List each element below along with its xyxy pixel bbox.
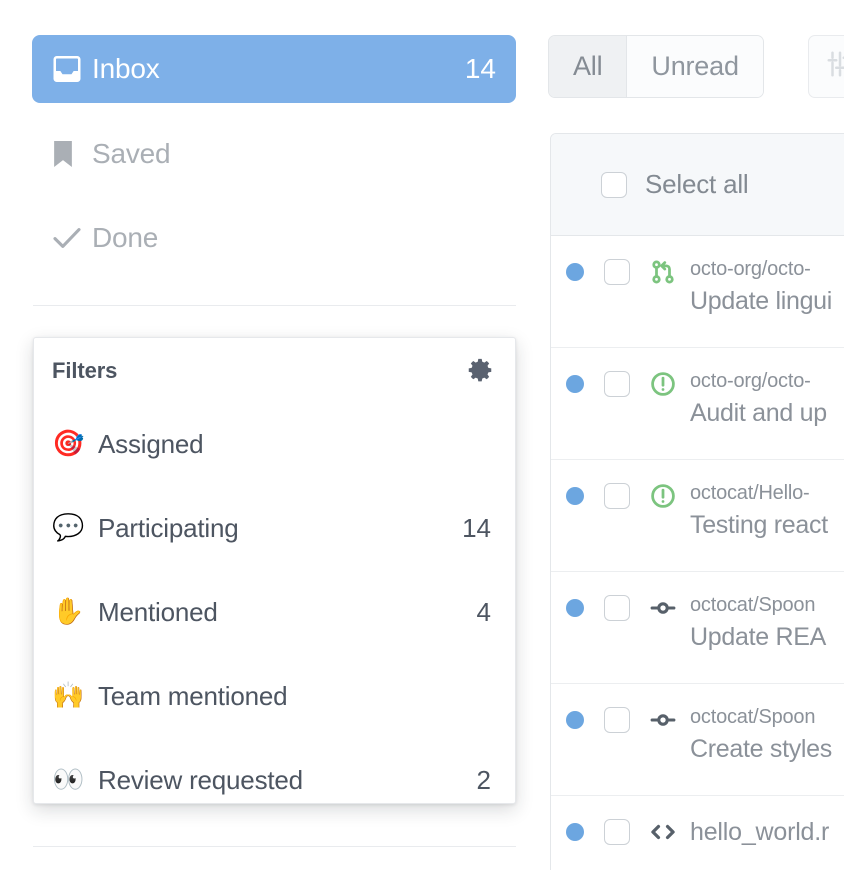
bookmark-icon — [52, 139, 92, 169]
filter-settings-button[interactable] — [808, 35, 844, 98]
unread-dot[interactable] — [566, 823, 584, 841]
filter-item-review-requested[interactable]: 👀 Review requested 2 — [34, 754, 515, 806]
sidebar-item-label: Done — [92, 222, 158, 254]
sidebar-item-saved[interactable]: Saved — [32, 120, 516, 188]
table-row[interactable]: octocat/Spoon Update REA — [551, 572, 844, 684]
table-row[interactable]: octo-org/octo- Audit and up — [551, 348, 844, 460]
filter-item-label: Review requested — [98, 765, 303, 796]
filters-card-header: Filters — [34, 338, 515, 404]
gear-icon[interactable] — [465, 356, 495, 386]
row-repo: hello_world.r — [690, 818, 829, 846]
sidebar-divider-top — [33, 305, 516, 306]
row-checkbox[interactable] — [604, 483, 630, 509]
issue-opened-icon — [648, 369, 678, 399]
code-icon — [648, 817, 678, 847]
unread-dot[interactable] — [566, 263, 584, 281]
row-title: Audit and up — [690, 399, 827, 428]
eyes-emoji: 👀 — [52, 767, 98, 793]
sidebar-divider-bottom — [33, 846, 516, 847]
sidebar: Inbox 14 Saved Done — [0, 0, 540, 870]
select-all-checkbox[interactable] — [601, 172, 627, 198]
pull-request-icon — [648, 257, 678, 287]
row-checkbox[interactable] — [604, 819, 630, 845]
notifications-list-panel: Select all octo-org/octo- Update lingui — [550, 133, 844, 870]
row-title: Create styles — [690, 735, 832, 764]
row-checkbox[interactable] — [604, 595, 630, 621]
check-icon — [52, 226, 92, 250]
unread-dot[interactable] — [566, 711, 584, 729]
filter-item-assigned[interactable]: 🎯 Assigned — [34, 418, 515, 470]
filter-item-label: Mentioned — [98, 597, 218, 628]
dart-emoji: 🎯 — [52, 431, 98, 457]
filter-item-mentioned[interactable]: ✋ Mentioned 4 — [34, 586, 515, 638]
sidebar-item-done[interactable]: Done — [32, 204, 516, 272]
row-checkbox[interactable] — [604, 259, 630, 285]
row-repo: octo-org/octo- — [690, 370, 811, 392]
row-text: octocat/Spoon Update REA — [690, 594, 826, 652]
table-row[interactable]: hello_world.r — [551, 796, 844, 870]
tab-all[interactable]: All — [549, 36, 626, 97]
inbox-icon — [52, 55, 92, 83]
table-row[interactable]: octo-org/octo- Update lingui — [551, 236, 844, 348]
sidebar-item-label: Saved — [92, 138, 170, 170]
tab-unread[interactable]: Unread — [626, 36, 762, 97]
row-title: Update REA — [690, 623, 826, 652]
select-all-label: Select all — [645, 169, 749, 200]
notifications-content: All Unread Select all — [540, 0, 844, 870]
row-text: octo-org/octo- Update lingui — [690, 258, 832, 316]
table-row[interactable]: octocat/Hello- Testing react — [551, 460, 844, 572]
issue-opened-icon — [648, 481, 678, 511]
filter-item-team-mentioned[interactable]: 🙌 Team mentioned — [34, 670, 515, 722]
sidebar-item-label: Inbox — [92, 53, 160, 85]
row-checkbox[interactable] — [604, 707, 630, 733]
filter-item-count: 2 — [477, 765, 491, 796]
row-text: hello_world.r — [690, 818, 829, 847]
filter-item-count: 4 — [477, 597, 491, 628]
raising-hands-emoji: 🙌 — [52, 683, 98, 709]
unread-dot[interactable] — [566, 375, 584, 393]
filter-item-label: Team mentioned — [98, 681, 287, 712]
row-title: Update lingui — [690, 287, 832, 316]
row-checkbox[interactable] — [604, 371, 630, 397]
filters-card: Filters 🎯 Assigned 💬 Participating 14 — [33, 337, 516, 804]
sidebar-item-count: 14 — [465, 53, 496, 85]
row-text: octo-org/octo- Audit and up — [690, 370, 827, 428]
filter-item-count: 14 — [462, 513, 491, 544]
filters-title: Filters — [52, 358, 117, 384]
row-repo: octo-org/octo- — [690, 258, 811, 280]
commit-icon — [648, 705, 678, 735]
row-title: Testing react — [690, 511, 828, 540]
row-text: octocat/Hello- Testing react — [690, 482, 828, 540]
table-row[interactable]: octocat/Spoon Create styles — [551, 684, 844, 796]
row-text: octocat/Spoon Create styles — [690, 706, 832, 764]
filter-item-label: Assigned — [98, 429, 203, 460]
row-repo: octocat/Hello- — [690, 482, 809, 504]
row-repo: octocat/Spoon — [690, 706, 815, 728]
unread-dot[interactable] — [566, 599, 584, 617]
sliders-icon — [825, 49, 844, 84]
unread-dot[interactable] — [566, 487, 584, 505]
row-repo: octocat/Spoon — [690, 594, 815, 616]
sidebar-item-inbox[interactable]: Inbox 14 — [32, 35, 516, 103]
filter-item-participating[interactable]: 💬 Participating 14 — [34, 502, 515, 554]
notifications-page: Inbox 14 Saved Done — [0, 0, 844, 870]
filter-item-label: Participating — [98, 513, 238, 544]
raised-hand-emoji: ✋ — [52, 599, 98, 625]
speech-balloon-emoji: 💬 — [52, 515, 98, 541]
read-state-tabs: All Unread — [548, 35, 764, 98]
commit-icon — [648, 593, 678, 623]
notifications-list-header: Select all — [551, 134, 844, 236]
